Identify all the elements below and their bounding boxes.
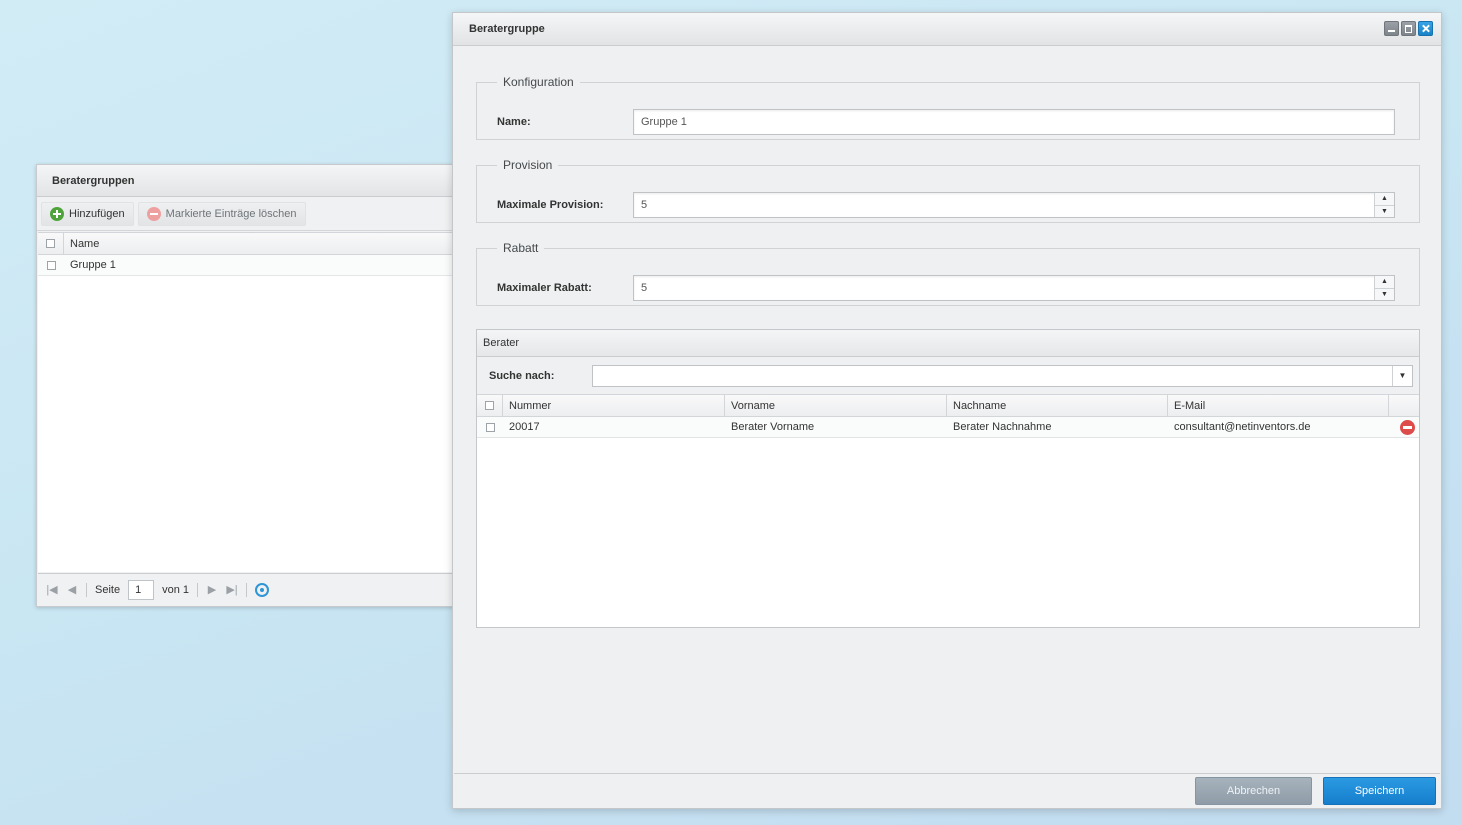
page-label: Seite <box>95 583 121 596</box>
name-field[interactable]: Gruppe 1 <box>633 109 1395 135</box>
max-rabatt-label: Maximaler Rabatt: <box>497 282 592 294</box>
delete-selected-label: Markierte Einträge löschen <box>165 208 297 220</box>
spin-down-icon[interactable]: ▼ <box>1375 206 1394 218</box>
search-label: Suche nach: <box>489 369 555 382</box>
maximize-icon[interactable] <box>1401 21 1416 36</box>
row-checkbox[interactable] <box>46 260 56 270</box>
toolbar: Hinzufügen Markierte Einträge löschen <box>37 197 475 231</box>
spin-up-icon[interactable]: ▲ <box>1375 193 1394 206</box>
berater-panel: Berater Suche nach: ▼ Nummer Vorname Nac… <box>476 329 1420 628</box>
refresh-icon[interactable] <box>255 582 269 597</box>
konfiguration-fieldset: Konfiguration Name: Gruppe 1 <box>476 75 1420 140</box>
close-icon[interactable] <box>1418 21 1433 36</box>
max-provision-label: Maximale Provision: <box>497 199 604 211</box>
select-all-checkbox[interactable] <box>46 239 55 248</box>
max-rabatt-field[interactable]: 5 ▲ ▼ <box>633 275 1395 301</box>
first-page-icon[interactable]: |◀ <box>46 583 58 596</box>
provision-stepper[interactable]: ▲ ▼ <box>1374 193 1394 217</box>
pager-separator <box>246 582 247 597</box>
plus-circle-icon <box>50 207 64 221</box>
rabatt-stepper[interactable]: ▲ ▼ <box>1374 276 1394 300</box>
cell-nachname: Berater Nachnahme <box>953 421 1052 433</box>
window-footer: Abbrechen Speichern <box>453 773 1441 808</box>
column-header-actions <box>1389 395 1419 416</box>
cell-vorname: Berater Vorname <box>731 421 815 433</box>
table-row[interactable]: Gruppe 1 <box>38 255 474 276</box>
max-provision-field[interactable]: 5 ▲ ▼ <box>633 192 1395 218</box>
prev-page-icon[interactable]: ◀ <box>66 583 78 596</box>
grid-header: Name <box>38 233 474 255</box>
minimize-icon[interactable] <box>1384 21 1399 36</box>
delete-row-icon[interactable] <box>1400 419 1415 435</box>
last-page-icon[interactable]: ▶| <box>226 583 238 596</box>
minus-circle-icon <box>146 207 161 221</box>
row-checkbox-cell <box>38 255 64 275</box>
search-row: Suche nach: ▼ <box>477 357 1419 395</box>
column-header-nachname[interactable]: Nachname <box>947 395 1168 416</box>
rabatt-fieldset: Rabatt Maximaler Rabatt: 5 ▲ ▼ <box>476 241 1420 306</box>
spin-down-icon[interactable]: ▼ <box>1375 289 1394 301</box>
cell-nummer: 20017 <box>509 421 540 433</box>
provision-row: Maximale Provision: 5 ▲ ▼ <box>497 192 1395 218</box>
delete-selected-button[interactable]: Markierte Einträge löschen <box>137 202 306 226</box>
row-checkbox-cell <box>477 417 503 437</box>
add-button-label: Hinzufügen <box>69 208 125 220</box>
column-header-name[interactable]: Name <box>64 238 99 250</box>
name-row: Name: Gruppe 1 <box>497 109 1395 135</box>
window-title-bar[interactable]: Beratergruppe <box>453 13 1441 46</box>
max-provision-value: 5 <box>641 199 648 211</box>
select-all-cell <box>477 395 503 416</box>
row-checkbox[interactable] <box>485 422 495 432</box>
page-count-label: von 1 <box>162 583 189 596</box>
window-controls <box>1384 21 1433 36</box>
save-button[interactable]: Speichern <box>1323 777 1436 805</box>
beratergruppen-window: Beratergruppen Hinzufügen Markierte Eint… <box>36 164 476 607</box>
column-header-vorname[interactable]: Vorname <box>725 395 947 416</box>
cell-email: consultant@netinventors.de <box>1174 421 1311 433</box>
pager-separator <box>197 582 198 597</box>
group-grid: Name Gruppe 1 <box>38 232 474 572</box>
select-all-checkbox[interactable] <box>485 401 494 410</box>
column-header-email[interactable]: E-Mail <box>1168 395 1389 416</box>
table-row[interactable]: 20017 Berater Vorname Berater Nachnahme … <box>477 417 1419 438</box>
column-header-nummer[interactable]: Nummer <box>503 395 725 416</box>
next-page-icon[interactable]: ▶ <box>206 583 218 596</box>
rabatt-legend: Rabatt <box>503 241 539 255</box>
page-input[interactable]: 1 <box>128 579 155 600</box>
berater-panel-title: Berater <box>477 330 1419 357</box>
pager-separator <box>86 582 87 597</box>
name-label: Name: <box>497 116 531 128</box>
row-name: Gruppe 1 <box>70 259 116 271</box>
cell-actions <box>1389 417 1419 437</box>
provision-fieldset: Provision Maximale Provision: 5 ▲ ▼ <box>476 158 1420 223</box>
spin-up-icon[interactable]: ▲ <box>1375 276 1394 289</box>
select-all-cell <box>38 233 64 254</box>
search-combobox[interactable]: ▼ <box>592 364 1413 387</box>
window-title[interactable]: Beratergruppen <box>37 165 475 197</box>
konfiguration-legend: Konfiguration <box>503 75 574 89</box>
rabatt-row: Maximaler Rabatt: 5 ▲ ▼ <box>497 275 1395 301</box>
window-title: Beratergruppe <box>469 23 545 35</box>
pagination-bar: |◀ ◀ Seite 1 von 1 ▶ ▶| <box>38 573 474 605</box>
berater-grid-header: Nummer Vorname Nachname E-Mail <box>477 395 1419 417</box>
beratergruppe-window: Beratergruppe Konfiguration Name: Gruppe… <box>452 12 1442 809</box>
chevron-down-icon[interactable]: ▼ <box>1392 365 1412 386</box>
provision-legend: Provision <box>503 158 553 172</box>
max-rabatt-value: 5 <box>641 282 648 294</box>
form-body: Konfiguration Name: Gruppe 1 Provision M… <box>454 46 1440 774</box>
add-button[interactable]: Hinzufügen <box>41 202 134 226</box>
cancel-button[interactable]: Abbrechen <box>1195 777 1312 805</box>
